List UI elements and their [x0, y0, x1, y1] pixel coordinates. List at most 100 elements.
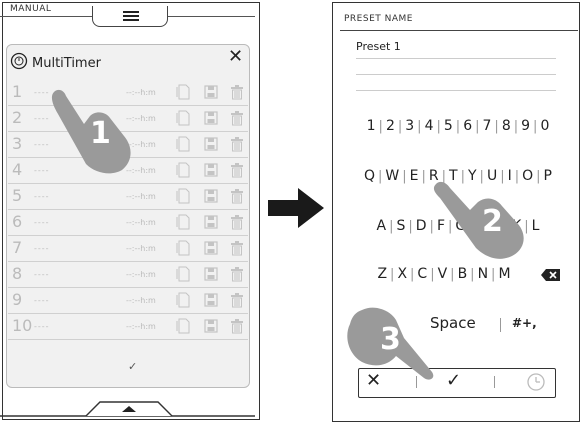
trash-icon[interactable] — [230, 110, 244, 126]
key-c[interactable]: C — [417, 266, 427, 282]
timer-row-time: --:--h:m — [126, 192, 156, 201]
save-icon[interactable] — [204, 266, 218, 282]
key-w[interactable]: W — [385, 168, 399, 184]
key-e[interactable]: E — [410, 168, 419, 184]
save-icon[interactable] — [204, 318, 218, 334]
copy-icon[interactable] — [176, 110, 190, 126]
timer-row-name: ---- — [34, 244, 50, 253]
copy-icon[interactable] — [176, 162, 190, 178]
symbols-key[interactable]: #+, — [512, 316, 537, 330]
timer-row[interactable]: 5 ---- --:--h:m — [8, 184, 248, 210]
timer-row[interactable]: 10 ---- --:--h:m — [8, 314, 248, 340]
timer-row-name: ---- — [34, 270, 50, 279]
key-v[interactable]: V — [438, 266, 448, 282]
key-s[interactable]: S — [396, 218, 405, 234]
key-m[interactable]: M — [498, 266, 510, 282]
confirm-icon[interactable]: ✓ — [128, 360, 137, 373]
trash-icon[interactable] — [230, 188, 244, 204]
backspace-icon[interactable] — [540, 267, 562, 283]
trash-icon[interactable] — [230, 318, 244, 334]
key-l[interactable]: L — [532, 218, 540, 234]
key-separator — [500, 318, 501, 332]
key-a[interactable]: A — [377, 218, 387, 234]
copy-icon[interactable] — [176, 318, 190, 334]
key-1[interactable]: 1 — [367, 118, 376, 134]
timer-row-name: ---- — [34, 218, 50, 227]
key-p[interactable]: P — [544, 168, 552, 184]
timer-row[interactable]: 7 ---- --:--h:m — [8, 236, 248, 262]
mode-label: MANUAL — [10, 4, 52, 14]
key-9[interactable]: 9 — [521, 118, 530, 134]
key-separator: | — [378, 169, 383, 184]
bottom-tab[interactable] — [0, 398, 255, 418]
preset-name-input[interactable]: Preset 1 — [356, 40, 401, 53]
trash-icon[interactable] — [230, 84, 244, 100]
menu-icon[interactable] — [123, 11, 139, 13]
timer-row-name: ---- — [34, 192, 50, 201]
step-badge: 1 — [90, 116, 111, 151]
key-z[interactable]: Z — [377, 266, 387, 282]
key-5[interactable]: 5 — [444, 118, 453, 134]
trash-icon[interactable] — [230, 266, 244, 282]
trash-icon[interactable] — [230, 162, 244, 178]
timer-row[interactable]: 6 ---- --:--h:m — [8, 210, 248, 236]
header-divider — [340, 30, 578, 31]
multitimer-clock-icon — [10, 52, 28, 70]
key-4[interactable]: 4 — [425, 118, 434, 134]
copy-icon[interactable] — [176, 188, 190, 204]
key-x[interactable]: X — [397, 266, 407, 282]
trash-icon[interactable] — [230, 292, 244, 308]
keyboard-row-digits: 1 | 2 | 3 | 4 | 5 | 6 | 7 | 8 | 9 | 0 — [336, 118, 580, 134]
key-2[interactable]: 2 — [386, 118, 395, 134]
timer-row-number: 5 — [12, 186, 23, 205]
key-6[interactable]: 6 — [463, 118, 472, 134]
key-separator: | — [491, 267, 496, 282]
key-separator: | — [533, 119, 538, 134]
save-icon[interactable] — [204, 188, 218, 204]
copy-icon[interactable] — [176, 136, 190, 152]
trash-icon[interactable] — [230, 240, 244, 256]
save-icon[interactable] — [204, 240, 218, 256]
close-icon[interactable]: ✕ — [228, 46, 243, 67]
save-icon[interactable] — [204, 136, 218, 152]
key-separator: | — [513, 119, 519, 134]
copy-icon[interactable] — [176, 84, 190, 100]
save-icon[interactable] — [204, 84, 218, 100]
trash-icon[interactable] — [230, 214, 244, 230]
timer-row-number: 2 — [12, 108, 23, 127]
timer-row-time: --:--h:m — [126, 296, 156, 305]
arrow-right-icon — [268, 188, 324, 228]
key-separator: | — [417, 119, 422, 134]
key-3[interactable]: 3 — [405, 118, 414, 134]
save-icon[interactable] — [204, 110, 218, 126]
confirm-icon[interactable]: ✓ — [446, 370, 461, 391]
timer-icon[interactable] — [526, 372, 546, 392]
key-7[interactable]: 7 — [483, 118, 492, 134]
save-icon[interactable] — [204, 162, 218, 178]
key-d[interactable]: D — [416, 218, 427, 234]
timer-row-number: 3 — [12, 134, 23, 153]
copy-icon[interactable] — [176, 240, 190, 256]
menu-tab[interactable] — [92, 6, 168, 27]
timer-row-time: --:--h:m — [126, 322, 156, 331]
save-icon[interactable] — [204, 292, 218, 308]
key-0[interactable]: 0 — [540, 118, 549, 134]
key-8[interactable]: 8 — [502, 118, 511, 134]
save-icon[interactable] — [204, 214, 218, 230]
timer-row-number: 1 — [12, 82, 23, 101]
step-badge: 2 — [482, 204, 503, 239]
copy-icon[interactable] — [176, 214, 190, 230]
key-b[interactable]: B — [458, 266, 468, 282]
copy-icon[interactable] — [176, 292, 190, 308]
keyboard-row-bottom: Z | X | C | V | B | N | M — [322, 266, 566, 282]
field-label: PRESET NAME — [344, 14, 413, 24]
key-separator: | — [470, 267, 475, 282]
key-q[interactable]: Q — [364, 168, 375, 184]
key-separator: | — [475, 119, 480, 134]
timer-row[interactable]: 8 ---- --:--h:m — [8, 262, 248, 288]
timer-row-number: 10 — [12, 316, 33, 335]
copy-icon[interactable] — [176, 266, 190, 282]
key-n[interactable]: N — [478, 266, 488, 282]
timer-row[interactable]: 9 ---- --:--h:m — [8, 288, 248, 314]
trash-icon[interactable] — [230, 136, 244, 152]
